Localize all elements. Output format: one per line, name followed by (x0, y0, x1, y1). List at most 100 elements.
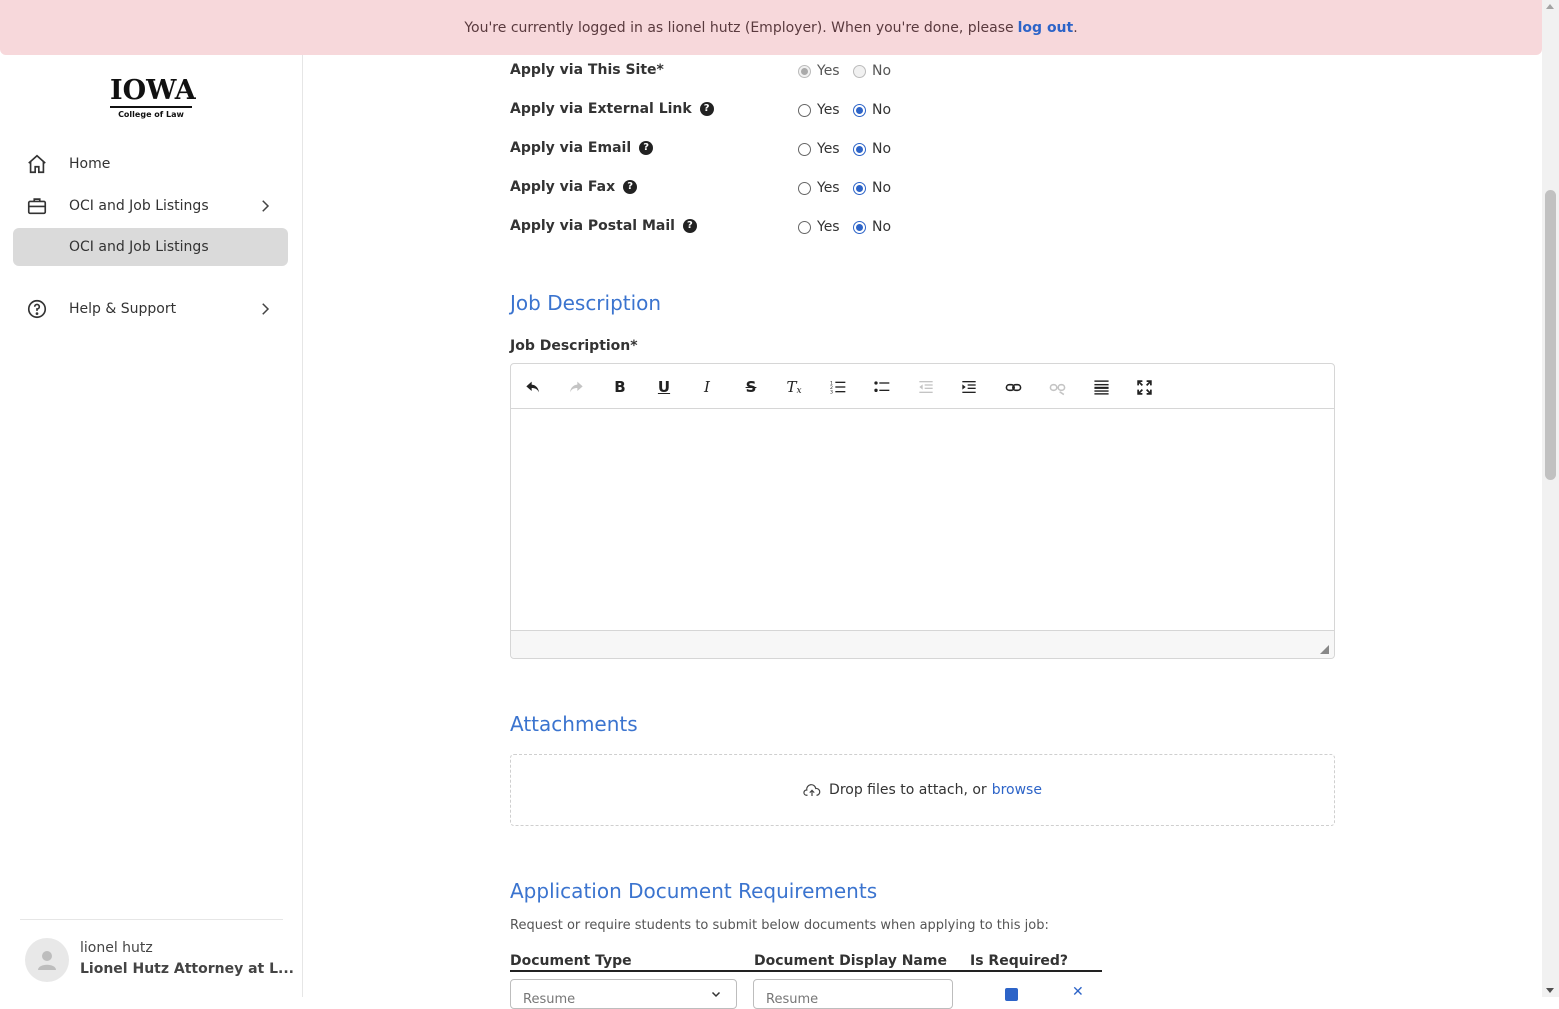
banner-period: . (1073, 19, 1078, 36)
select-value: Resume (523, 992, 576, 1007)
scrollbar-thumb[interactable] (1545, 190, 1556, 480)
apply-via-email-no[interactable]: No (853, 141, 891, 157)
sidebar-item-help-support[interactable]: Help & Support (13, 290, 288, 328)
apply-via-external-link-no[interactable]: No (853, 102, 891, 118)
user-name: lionel hutz (80, 940, 153, 956)
help-icon[interactable]: ? (639, 141, 654, 155)
is-required-checkbox[interactable] (1005, 988, 1018, 1001)
help-icon[interactable]: ? (699, 102, 714, 116)
sidebar-item-label: OCI and Job Listings (69, 239, 209, 255)
table-header-divider (510, 970, 1102, 972)
logout-link[interactable]: log out (1018, 20, 1074, 36)
apply-via-external-link-label: Apply via External Link? (510, 101, 714, 117)
resize-handle-icon[interactable] (1320, 645, 1329, 654)
apply-via-fax-row: Apply via Fax? Yes No (510, 176, 910, 200)
sidebar-item-home[interactable]: Home (13, 145, 288, 183)
apply-via-fax-yes[interactable]: Yes (798, 180, 840, 196)
redo-icon[interactable] (565, 376, 587, 398)
undo-icon[interactable] (522, 376, 544, 398)
chevron-down-icon (710, 988, 722, 1004)
italic-icon[interactable]: I (696, 376, 718, 398)
editor-text-area[interactable] (511, 409, 1334, 630)
apply-via-site-label: Apply via This Site* (510, 62, 664, 78)
radio-label: No (872, 219, 892, 235)
sidebar-subitem-oci-job-listings[interactable]: OCI and Job Listings (13, 228, 288, 266)
outdent-icon[interactable] (915, 376, 937, 398)
radio-label: Yes (817, 219, 840, 235)
sidebar-item-label: Help & Support (69, 301, 177, 317)
radio-label: Yes (817, 141, 840, 157)
bullet-list-icon[interactable] (871, 376, 893, 398)
apply-via-site-yes: Yes (798, 63, 840, 79)
editor-statusbar (511, 630, 1334, 658)
job-description-heading: Job Description (510, 291, 662, 315)
file-dropzone[interactable]: Drop files to attach, or browse (510, 754, 1335, 826)
document-requirements-description: Request or require students to submit be… (510, 918, 1049, 933)
bold-icon[interactable]: B (609, 376, 631, 398)
underline-icon[interactable]: U (653, 376, 675, 398)
scroll-down-icon[interactable] (1546, 988, 1554, 993)
sidebar-item-label: Home (69, 156, 111, 172)
radio-label: No (872, 180, 892, 196)
apply-via-site-row: Apply via This Site* Yes No (510, 59, 910, 83)
home-icon (25, 152, 49, 176)
chevron-right-icon (256, 197, 274, 215)
radio-dot (798, 64, 811, 78)
field-label-text: Apply via Fax (510, 179, 616, 195)
document-type-select[interactable]: Resume (510, 979, 737, 1009)
iowa-logo[interactable]: IOWA College of Law (110, 75, 196, 119)
radio-dot (853, 64, 866, 78)
briefcase-icon (25, 194, 49, 218)
radio-dot (853, 103, 866, 117)
sidebar-item-label: OCI and Job Listings (69, 198, 209, 214)
apply-via-postal-mail-no[interactable]: No (853, 219, 891, 235)
radio-label: No (872, 63, 892, 79)
radio-dot (798, 181, 811, 195)
svg-text:3: 3 (830, 390, 833, 395)
input-value: Resume (766, 992, 819, 1007)
apply-via-fax-label: Apply via Fax? (510, 179, 638, 195)
user-profile[interactable]: lionel hutz Lionel Hutz Attorney at L... (20, 919, 294, 982)
attachments-heading: Attachments (510, 712, 638, 736)
scroll-up-icon[interactable] (1546, 4, 1554, 9)
link-icon[interactable] (1002, 376, 1024, 398)
apply-via-postal-mail-yes[interactable]: Yes (798, 219, 840, 235)
field-label-text: Apply via Email (510, 140, 632, 156)
column-document-type: Document Type (510, 953, 632, 969)
radio-dot (798, 220, 811, 234)
apply-via-email-yes[interactable]: Yes (798, 141, 840, 157)
radio-dot (853, 142, 866, 156)
apply-via-postal-mail-row: Apply via Postal Mail? Yes No (510, 215, 910, 239)
login-banner: You're currently logged in as lionel hut… (0, 0, 1542, 55)
logo-subtitle: College of Law (118, 110, 184, 119)
strikethrough-icon[interactable]: S (740, 376, 762, 398)
browse-link[interactable]: browse (992, 782, 1042, 798)
apply-via-external-link-yes[interactable]: Yes (798, 102, 840, 118)
ordered-list-icon[interactable]: 123 (827, 376, 849, 398)
remove-row-icon[interactable]: ✕ (1072, 984, 1084, 1000)
field-label-text: Apply via Postal Mail (510, 218, 675, 234)
horizontal-rule-icon[interactable] (1090, 376, 1112, 398)
radio-dot (853, 181, 866, 195)
sidebar-item-oci-job-listings[interactable]: OCI and Job Listings (13, 187, 288, 225)
field-label-text: Apply via External Link (510, 101, 692, 117)
apply-via-postal-mail-label: Apply via Postal Mail? (510, 218, 697, 234)
page-scrollbar[interactable] (1542, 0, 1559, 997)
clear-format-icon[interactable]: Tx (783, 376, 805, 398)
apply-via-fax-no[interactable]: No (853, 180, 891, 196)
document-requirements-heading: Application Document Requirements (510, 879, 878, 903)
fullscreen-icon[interactable] (1133, 376, 1155, 398)
radio-label: No (872, 141, 892, 157)
radio-label: No (872, 102, 892, 118)
indent-icon[interactable] (958, 376, 980, 398)
banner-text: You're currently logged in as lionel hut… (464, 19, 1014, 36)
unlink-icon[interactable] (1046, 376, 1068, 398)
job-description-label: Job Description* (510, 338, 638, 354)
help-icon[interactable]: ? (623, 180, 638, 194)
radio-label: Yes (817, 102, 840, 118)
user-organization: Lionel Hutz Attorney at L... (80, 961, 294, 977)
logo-wordmark: IOWA (110, 75, 196, 108)
help-icon[interactable]: ? (682, 219, 697, 233)
dropzone-text: Drop files to attach, or (829, 782, 987, 798)
document-display-name-input[interactable]: Resume (753, 979, 953, 1009)
